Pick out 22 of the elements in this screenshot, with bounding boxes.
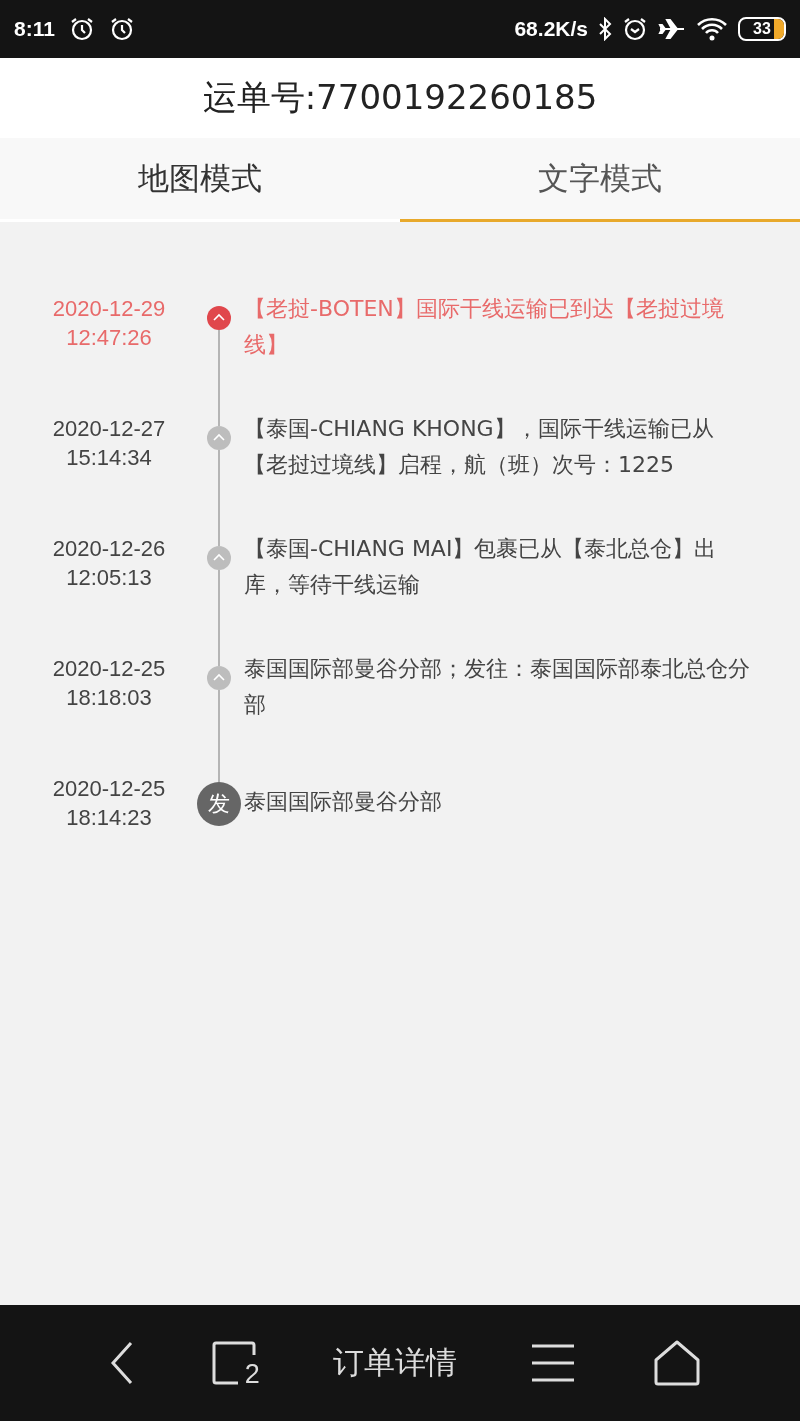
waybill-number: 运单号:7700192260185 [202, 76, 598, 119]
event-description: 【泰国-CHIANG MAI】包裹已从【泰北总仓】出库，等待干线运输 [244, 535, 718, 599]
event-timestamp: 2020-12-25 18:14:23 [51, 775, 167, 832]
tabs-button[interactable]: 2 [207, 1336, 264, 1390]
battery-icon: 33 [738, 17, 786, 41]
event-timestamp: 2020-12-25 18:18:03 [51, 655, 167, 712]
origin-badge: 发 [197, 782, 241, 826]
page-title: 订单详情 [332, 1343, 457, 1382]
airplane-icon [658, 17, 686, 41]
event-timestamp: 2020-12-29 12:47:26 [51, 295, 167, 352]
event-timestamp: 2020-12-27 15:14:34 [51, 415, 167, 472]
event-description: 泰国国际部曼谷分部；发往：泰国国际部泰北总仓分部 [244, 655, 751, 719]
event-description: 【泰国-CHIANG KHONG】，国际干线运输已从【老挝过境线】启程，航（班）次号：1225 [244, 415, 715, 479]
network-speed: 68.2K/s [514, 17, 588, 41]
alarm-clock-icon [622, 16, 648, 42]
clock-time: 8:11 [14, 17, 55, 41]
bluetooth-icon [598, 17, 612, 41]
event-description: 泰国国际部曼谷分部 [244, 788, 443, 816]
event-timestamp: 2020-12-26 12:05:13 [51, 535, 167, 592]
event-description: 【老挝-BOTEN】国际干线运输已到达【老挝过境线】 [244, 295, 725, 359]
chevron-up-icon [207, 306, 231, 330]
wifi-icon [696, 17, 728, 41]
